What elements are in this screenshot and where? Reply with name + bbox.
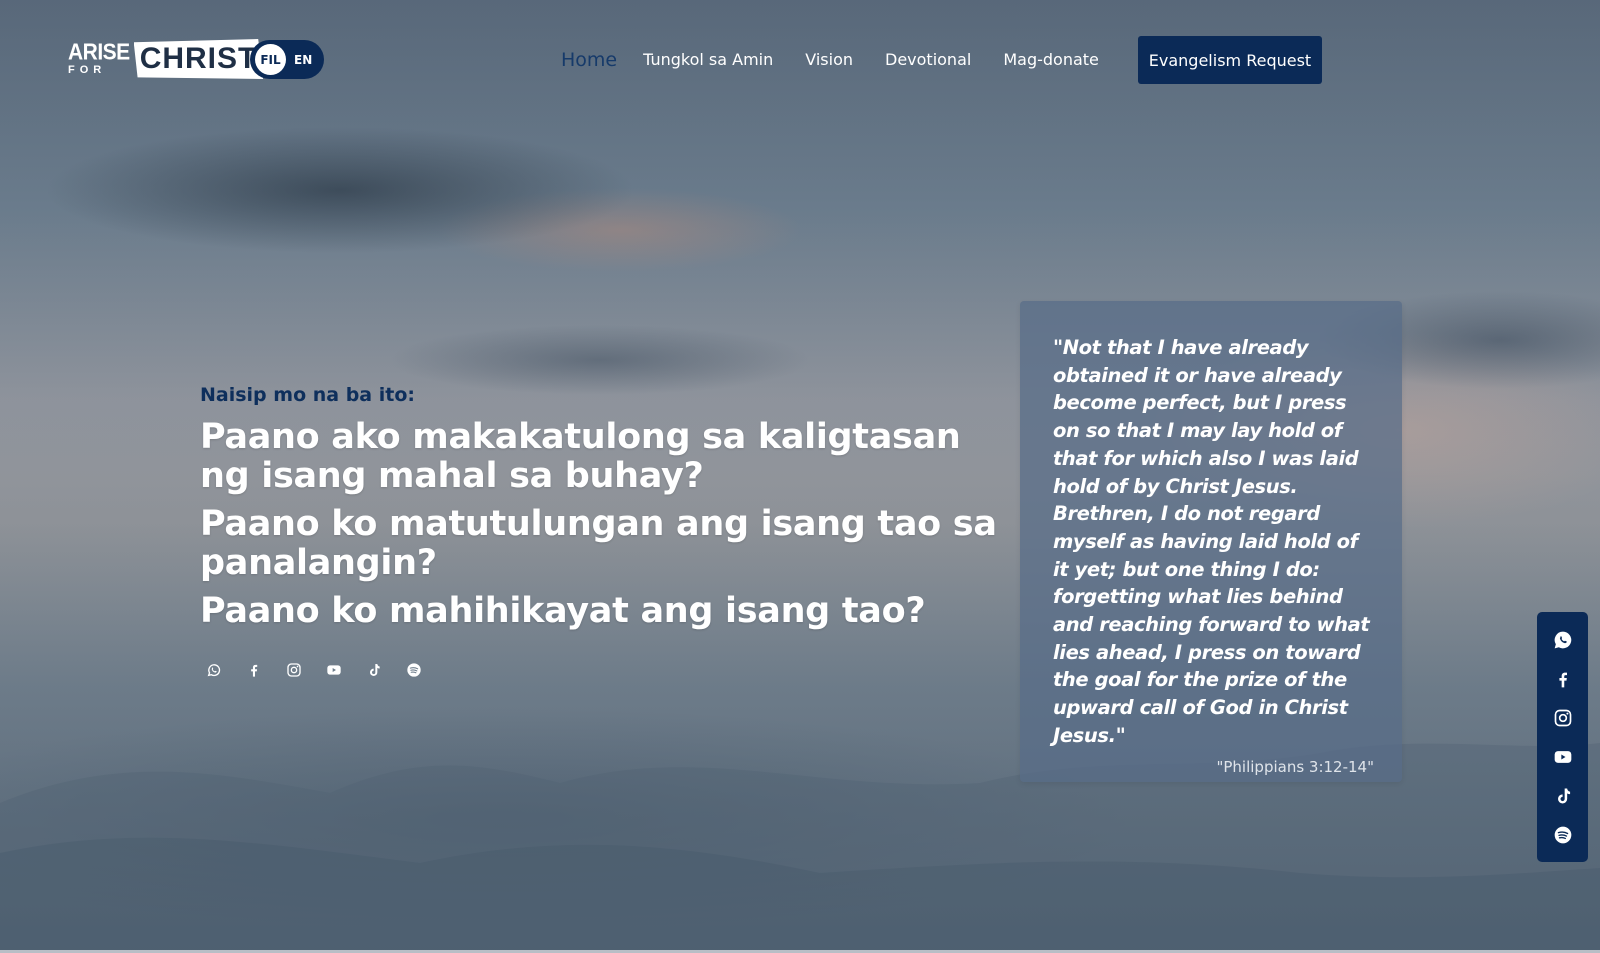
nav-home[interactable]: Home [561,48,617,72]
instagram-icon[interactable] [1553,708,1573,728]
evangelism-request-button[interactable]: Evangelism Request [1138,36,1322,84]
language-option-en[interactable]: EN [294,53,312,67]
hero-kicker: Naisip mo na ba ito: [200,384,415,406]
spotify-icon[interactable] [406,662,422,678]
tiktok-icon[interactable] [366,662,382,678]
nav-mag-donate[interactable]: Mag-donate [1003,48,1099,72]
logo-christ: CHRIST [133,39,264,79]
scripture-quote-text: "Not that I have already obtained it or … [1053,336,1370,747]
nav-vision[interactable]: Vision [805,48,853,72]
hero-question: Paano ko matutulungan ang isang tao sa p… [200,504,997,583]
youtube-icon[interactable] [1553,747,1573,767]
logo-arise: ARISE [68,39,130,66]
scripture-reference: "Philippians 3:12-14" [1216,757,1374,776]
instagram-icon[interactable] [286,662,302,678]
hero-question: Paano ko mahihikayat ang isang tao? [200,591,926,631]
facebook-icon[interactable] [1553,669,1573,689]
language-option-fil[interactable]: FIL [255,44,286,75]
facebook-icon[interactable] [246,662,262,678]
hero-social-links [206,662,422,678]
hero-question: Paano ako makakatulong sa kaligtasan ng … [200,417,961,496]
floating-social-rail [1537,612,1588,862]
nav-tungkol-sa-amin[interactable]: Tungkol sa Amin [643,48,773,72]
youtube-icon[interactable] [326,662,342,678]
logo-for: FOR [68,64,107,76]
main-nav: Home Tungkol sa Amin Vision Devotional M… [561,48,1131,72]
whatsapp-icon[interactable] [1553,630,1573,650]
tiktok-icon[interactable] [1553,786,1573,806]
scripture-quote-card: "Not that I have already obtained it or … [1020,301,1402,782]
spotify-icon[interactable] [1553,825,1573,845]
language-toggle[interactable]: FIL EN [250,40,324,79]
hero-questions: Paano ako makakatulong sa kaligtasan ng … [200,418,1000,640]
logo-wordmark-left: ARISE FOR [68,39,130,76]
site-logo[interactable]: ARISE FOR CHRIST [68,38,264,80]
whatsapp-icon[interactable] [206,662,222,678]
nav-devotional[interactable]: Devotional [885,48,971,72]
